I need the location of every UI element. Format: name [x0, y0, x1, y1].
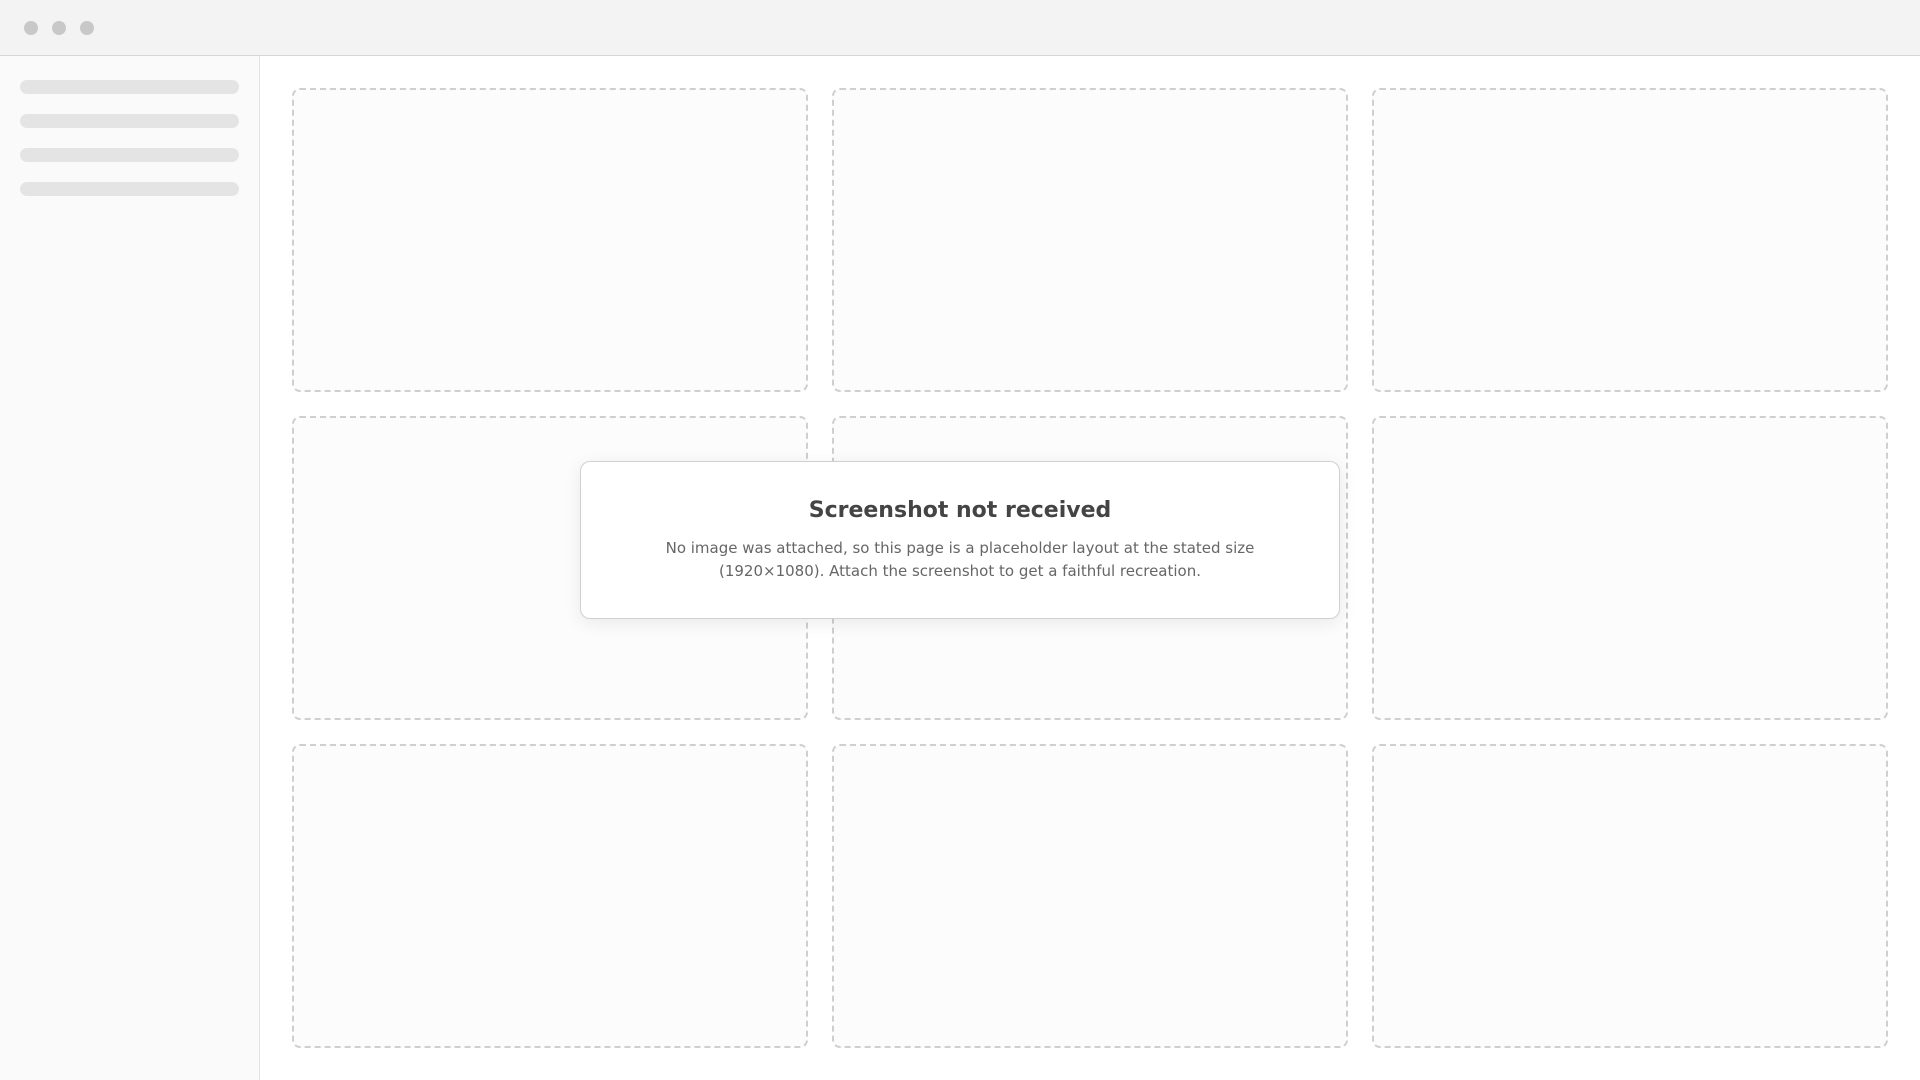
- sidebar-placeholder: [0, 56, 260, 1080]
- window-control-dot: [24, 20, 38, 35]
- content-card: [1372, 416, 1888, 720]
- content-card: [292, 744, 808, 1048]
- placeholder-frame: Screenshot not received No image was att…: [0, 0, 1920, 1080]
- content-card: [832, 744, 1348, 1048]
- notice-title: Screenshot not received: [808, 498, 1112, 523]
- sidebar-line: [20, 114, 239, 128]
- window-control-dot: [80, 20, 94, 35]
- sidebar-line: [20, 148, 239, 162]
- sidebar-line: [20, 80, 239, 94]
- content-card: [832, 88, 1348, 392]
- missing-image-notice: Screenshot not received No image was att…: [580, 461, 1340, 619]
- content-card: [1372, 744, 1888, 1048]
- top-bar: [0, 0, 1920, 56]
- sidebar-line: [20, 182, 239, 196]
- content-card: [292, 88, 808, 392]
- content-card: [1372, 88, 1888, 392]
- notice-message: No image was attached, so this page is a…: [665, 539, 1255, 580]
- window-control-dot: [52, 20, 66, 35]
